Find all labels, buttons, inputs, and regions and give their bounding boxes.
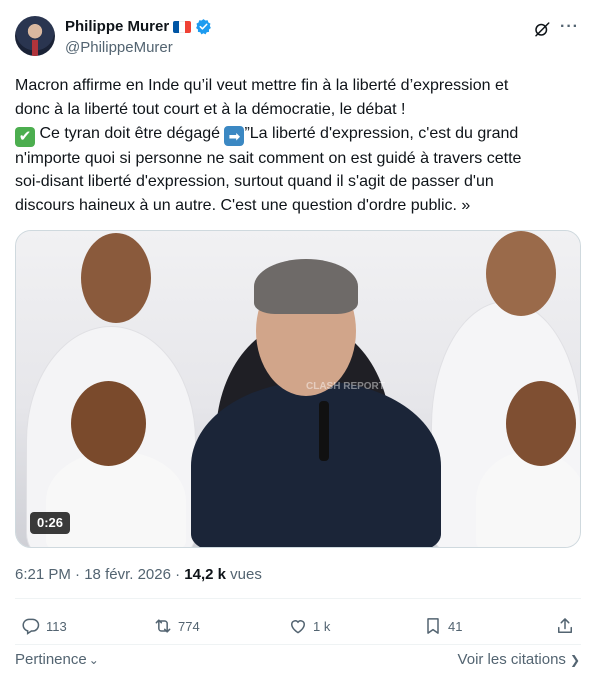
like-count: 1 k bbox=[313, 618, 331, 634]
video-player[interactable]: CLASH REPORT 0:26 bbox=[15, 230, 581, 548]
view-quotes-label: Voir les citations bbox=[457, 651, 566, 668]
repost-icon bbox=[155, 619, 171, 633]
speaker-hair bbox=[254, 259, 358, 314]
verified-badge-icon bbox=[196, 19, 212, 35]
tweet-line: n'importe quoi si personne ne sait comme… bbox=[15, 149, 522, 167]
heart-icon bbox=[290, 620, 306, 634]
share-button[interactable] bbox=[555, 616, 575, 636]
divider bbox=[15, 644, 581, 645]
right-arrow-emoji-icon: ➡ bbox=[224, 125, 245, 146]
chevron-right-icon: ❯ bbox=[569, 652, 580, 667]
microphone-icon bbox=[319, 401, 329, 461]
person-figure bbox=[476, 451, 580, 547]
share-icon bbox=[558, 618, 572, 633]
person-head bbox=[506, 381, 576, 466]
tweet-text: Macron affirme en Inde qu’il veut mettre… bbox=[15, 74, 580, 218]
views-count: 14,2 k bbox=[184, 566, 227, 583]
video-watermark: CLASH REPORT bbox=[306, 381, 385, 392]
view-quotes-link[interactable]: Voir les citations ❯ bbox=[458, 651, 580, 668]
meta-separator: · bbox=[70, 566, 85, 583]
author-name-row: Philippe Murer bbox=[65, 18, 212, 35]
person-head bbox=[486, 231, 556, 316]
reply-button[interactable]: 113 bbox=[21, 616, 67, 636]
tweet-line: donc à la liberté tout court et à la dém… bbox=[15, 100, 406, 118]
tweet-line: Macron affirme en Inde qu’il veut mettre… bbox=[15, 77, 509, 94]
check-mark-emoji-icon: ✔ bbox=[15, 126, 35, 147]
like-button[interactable]: 1 k bbox=[288, 616, 330, 636]
tweet-meta: 6:21 PM · 18 févr. 2026 · 14,2 k vues bbox=[15, 566, 262, 583]
more-options-icon[interactable]: ··· bbox=[560, 18, 579, 36]
repost-button[interactable]: 774 bbox=[153, 616, 200, 636]
speaker-figure bbox=[191, 381, 441, 547]
tweet-header: Philippe Murer @PhilippeMurer ··· bbox=[15, 14, 583, 62]
author-display-name[interactable]: Philippe Murer bbox=[65, 18, 169, 35]
repost-count: 774 bbox=[178, 618, 200, 634]
divider bbox=[15, 598, 581, 599]
tweet-date[interactable]: 18 févr. 2026 bbox=[84, 566, 171, 583]
bookmark-button[interactable]: 41 bbox=[423, 616, 462, 636]
tweet-line: discours haineux à un autre. C'est une q… bbox=[15, 197, 471, 215]
tweet-line: soi-disant liberté d'expression, surtout… bbox=[15, 173, 494, 191]
grok-icon[interactable] bbox=[533, 20, 551, 38]
sort-replies-dropdown[interactable]: Pertinence ⌄ bbox=[15, 651, 99, 668]
sort-label: Pertinence bbox=[15, 651, 87, 668]
tweet-fragment: ”La liberté d'expression, c'est du grand bbox=[244, 124, 519, 142]
meta-separator: · bbox=[170, 566, 185, 583]
tweet-time[interactable]: 6:21 PM bbox=[15, 566, 71, 583]
author-handle[interactable]: @PhilippeMurer bbox=[65, 39, 173, 56]
person-head bbox=[81, 233, 151, 323]
avatar[interactable] bbox=[15, 16, 55, 56]
video-duration-badge: 0:26 bbox=[30, 512, 71, 534]
bookmark-icon bbox=[427, 618, 439, 634]
bookmark-count: 41 bbox=[448, 618, 463, 634]
france-flag-icon bbox=[173, 20, 192, 33]
chevron-down-icon: ⌄ bbox=[88, 652, 99, 667]
tweet-actions: 113 774 1 k 41 bbox=[15, 608, 581, 646]
tweet-line: ✔ Ce tyran doit être dégagé ➡ ”La liberté… bbox=[15, 122, 580, 147]
person-head bbox=[71, 381, 146, 466]
tweet-fragment: Ce tyran doit être dégagé bbox=[35, 124, 225, 142]
reply-count: 113 bbox=[46, 618, 67, 634]
views-label: vues bbox=[226, 566, 262, 583]
reply-icon bbox=[22, 618, 40, 635]
